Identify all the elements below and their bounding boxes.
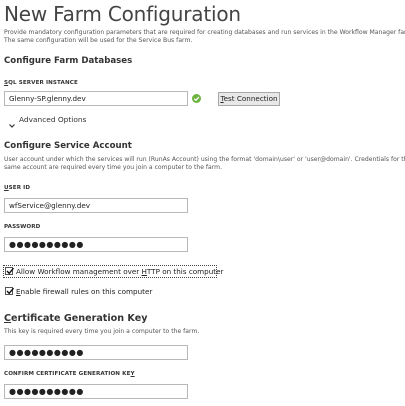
user-id-input[interactable]: wfService@glenny.dev bbox=[4, 198, 188, 213]
service-account-heading: Configure Service Account bbox=[4, 141, 132, 151]
certificate-key-heading: Certificate Generation Key bbox=[4, 313, 148, 324]
firewall-label[interactable]: Enable firewall rules on this computer bbox=[16, 287, 152, 296]
sql-server-instance-input[interactable]: Glenny-SP.glenny.dev bbox=[4, 91, 188, 106]
advanced-options-toggle[interactable]: Advanced Options bbox=[19, 115, 86, 124]
allow-http-label[interactable]: Allow Workflow management over HTTP on t… bbox=[16, 267, 224, 276]
page-title: New Farm Configuration bbox=[4, 2, 241, 26]
certificate-key-description: This key is required every time you join… bbox=[4, 328, 200, 335]
password-label: PASSWORD bbox=[4, 224, 41, 230]
confirm-certificate-key-label: CONFIRM CERTIFICATE GENERATION KEY bbox=[4, 371, 135, 377]
password-input[interactable]: ●●●●●●●●●● bbox=[4, 237, 188, 252]
new-farm-configuration-page: New Farm Configuration Provide mandatory… bbox=[0, 0, 405, 406]
test-connection-button[interactable]: Test Connection bbox=[218, 92, 280, 106]
chevron-down-icon[interactable] bbox=[8, 115, 16, 128]
firewall-checkbox[interactable] bbox=[5, 287, 15, 295]
confirm-certificate-key-input[interactable]: ●●●●●●●●●● bbox=[4, 384, 188, 399]
sql-server-instance-label: SQL SERVER INSTANCE bbox=[4, 80, 78, 86]
user-id-label: USER ID bbox=[4, 185, 31, 191]
farm-databases-heading: Configure Farm Databases bbox=[4, 56, 133, 66]
check-circle-icon bbox=[192, 94, 201, 103]
certificate-key-input[interactable]: ●●●●●●●●●● bbox=[4, 345, 188, 360]
page-description-line2: The same configuration will be used for … bbox=[4, 37, 193, 44]
allow-http-checkbox[interactable] bbox=[5, 267, 15, 275]
service-account-description-line2: same account are required every time you… bbox=[4, 164, 223, 171]
